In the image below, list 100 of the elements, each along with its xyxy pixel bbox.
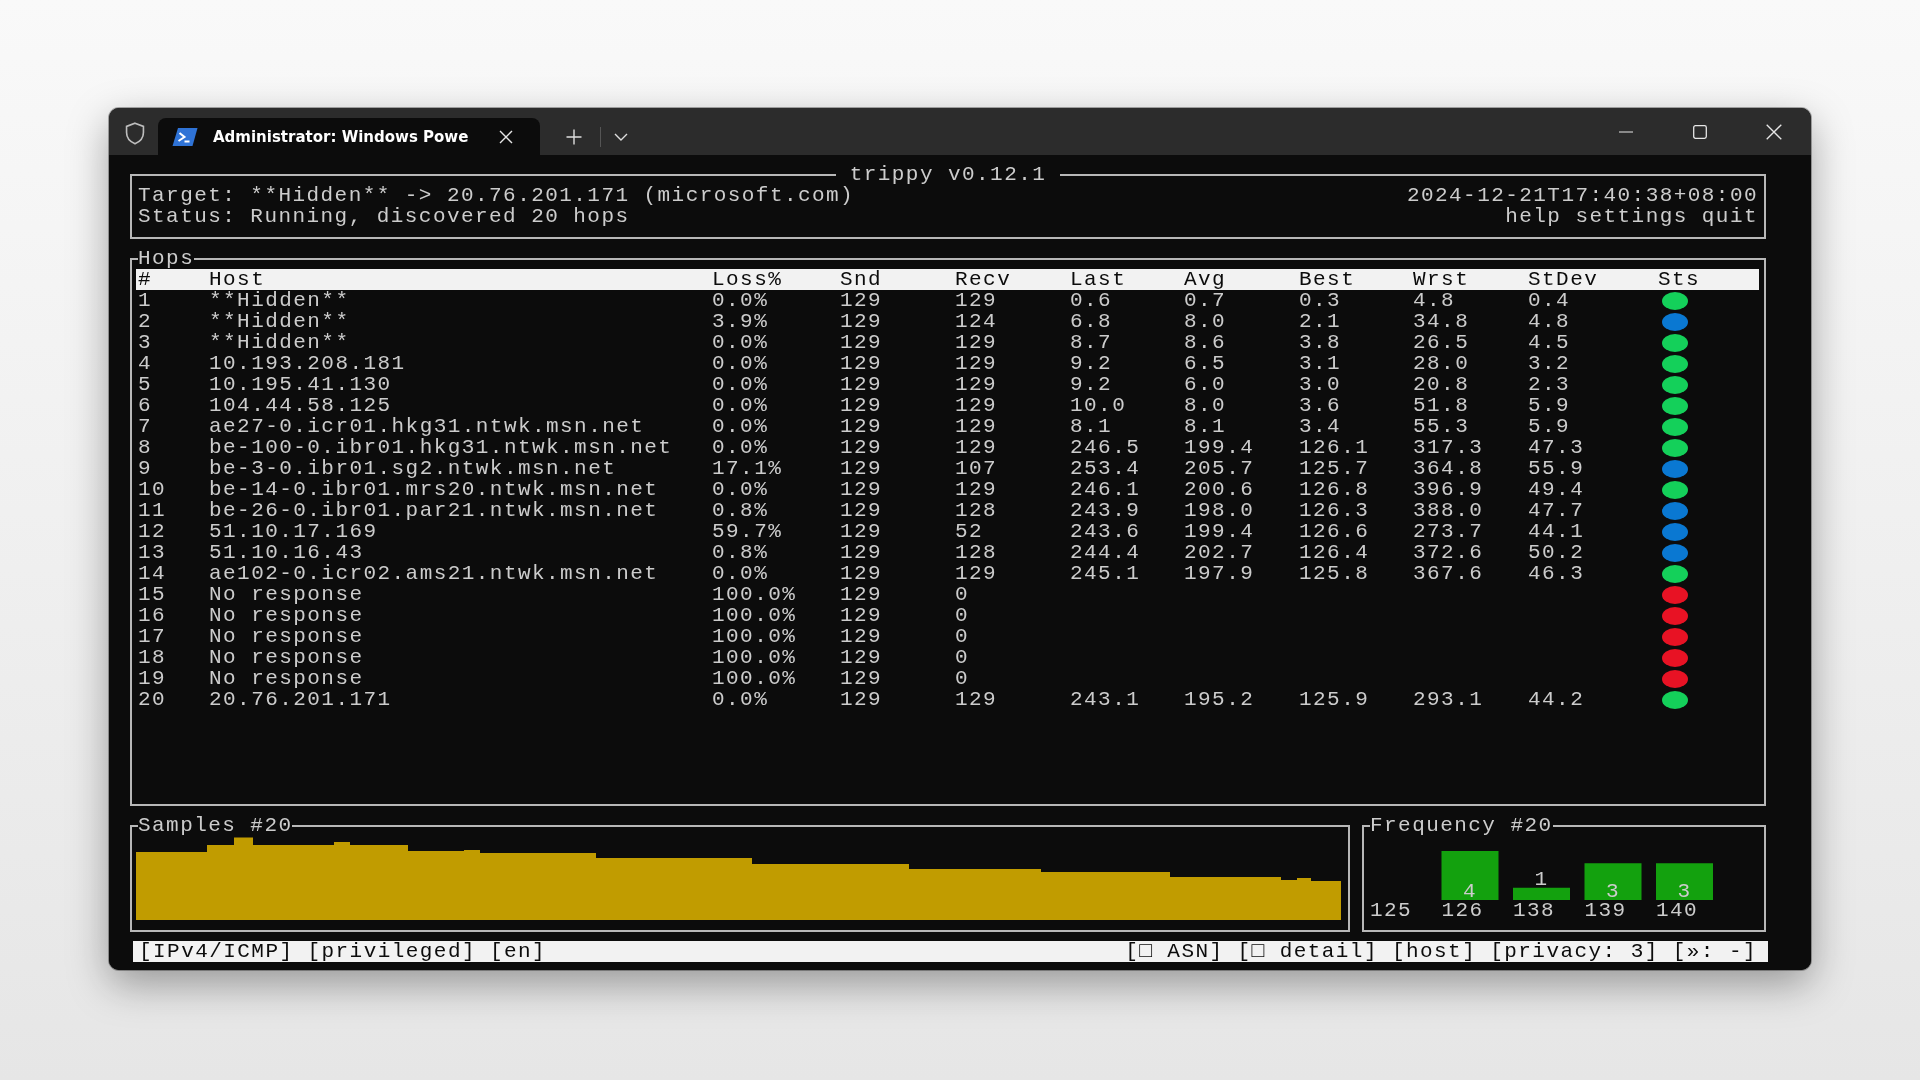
table-cell-text: 100.0% — [712, 605, 798, 626]
table-cell-text: 129 — [840, 689, 884, 710]
frequency-bar — [1513, 887, 1570, 900]
table-cell-text: 2 — [138, 311, 154, 332]
table-cell-text: 200.6 — [1184, 479, 1256, 500]
table-cell-text: 6.0 — [1184, 374, 1228, 395]
category-label: 125 — [1370, 899, 1413, 920]
table-cell-text: 244.4 — [1070, 542, 1142, 563]
table-cell-text: 20 — [138, 689, 168, 710]
column-header: Loss% — [712, 269, 784, 290]
table-cell-text: 129 — [840, 416, 884, 437]
table-cell-text: 17 — [138, 626, 168, 647]
table-cell-text: 202.7 — [1184, 542, 1256, 563]
category-label: 138 — [1513, 899, 1556, 920]
table-cell-text: 1 — [138, 290, 154, 311]
table-cell-text: 2.3 — [1528, 374, 1572, 395]
minimize-icon — [1619, 130, 1633, 133]
table-cell-text: 197.9 — [1184, 563, 1256, 584]
maximize-icon — [1693, 124, 1707, 139]
table-cell-text: 129 — [840, 458, 884, 479]
table-cell-text: 14 — [138, 563, 168, 584]
table-cell-text: 129 — [955, 290, 999, 311]
terminal-prompt-icon — [172, 126, 198, 147]
table-cell-text: 0.0% — [712, 353, 770, 374]
table-cell-text: 0.7 — [1184, 290, 1228, 311]
table-cell-text: 100.0% — [712, 647, 798, 668]
table-cell-text: 5.9 — [1528, 395, 1572, 416]
table-cell-text: 12 — [138, 521, 168, 542]
table-cell-text: 126.3 — [1299, 500, 1371, 521]
table-cell-text: 55.3 — [1413, 416, 1471, 437]
table-cell-text: 3.9% — [712, 311, 770, 332]
table-cell-text: 129 — [955, 395, 999, 416]
table-cell-text: 0 — [955, 605, 971, 626]
table-cell-text: 9.2 — [1070, 353, 1114, 374]
table-cell-text: 199.4 — [1184, 437, 1256, 458]
frequency-bar — [1441, 851, 1499, 900]
column-header: StDev — [1528, 269, 1600, 290]
column-header: Sts — [1658, 269, 1702, 290]
table-cell-text: 8.1 — [1184, 416, 1228, 437]
table-cell-text: 129 — [840, 647, 884, 668]
plus-icon — [566, 129, 582, 145]
table-cell-text: 3 — [138, 332, 154, 353]
table-cell-text: 0.6 — [1070, 290, 1114, 311]
table-cell-text: 3.0 — [1299, 374, 1343, 395]
column-header: # — [138, 269, 154, 290]
table-cell-text: 3.2 — [1528, 353, 1572, 374]
table-cell-text: 129 — [955, 416, 999, 437]
table-cell-text: 0.3 — [1299, 290, 1343, 311]
table-cell-text: 9.2 — [1070, 374, 1114, 395]
table-cell-text: **Hidden** — [209, 311, 351, 332]
table-cell-text: 18 — [138, 647, 168, 668]
table-cell-text: 129 — [840, 374, 884, 395]
table-cell-text: 8.6 — [1184, 332, 1228, 353]
table-cell-text: 28.0 — [1413, 353, 1471, 374]
table-cell-text: 126.6 — [1299, 521, 1371, 542]
table-cell-text: 0.0% — [712, 332, 770, 353]
table-cell-text: No response — [209, 626, 365, 647]
table-cell-text: 243.1 — [1070, 689, 1142, 710]
table-cell-text: 129 — [840, 479, 884, 500]
target-text: Target: **Hidden** -> 20.76.201.171 (microsoft.com) — [138, 185, 855, 206]
table-cell-text: be-100-0.ibr01.hkg31.ntwk.msn.net — [209, 437, 674, 458]
table-cell-text: 128 — [955, 500, 999, 521]
table-cell-text: 129 — [840, 521, 884, 542]
column-header: Best — [1299, 269, 1357, 290]
table-cell-text: 0.0% — [712, 395, 770, 416]
table-cell-text: 0 — [955, 626, 971, 647]
status-indicator: [en] — [490, 941, 547, 962]
table-cell-text: 129 — [955, 689, 999, 710]
table-cell-text: 19 — [138, 668, 168, 689]
table-cell-text: 388.0 — [1413, 500, 1485, 521]
table-cell-text: 11 — [138, 500, 168, 521]
table-cell-text: 0.0% — [712, 689, 770, 710]
table-cell-text: No response — [209, 584, 365, 605]
table-cell-text: 8.0 — [1184, 395, 1228, 416]
table-cell-text: 4.8 — [1413, 290, 1457, 311]
table-cell-text: 51.10.16.43 — [209, 542, 365, 563]
table-cell-text: 0.0% — [712, 479, 770, 500]
terminal-tab[interactable]: Administrator: Windows Powe — [158, 118, 540, 155]
table-cell-text: 17.1% — [712, 458, 784, 479]
table-cell-text: 46.3 — [1528, 563, 1586, 584]
table-cell-text: 129 — [840, 668, 884, 689]
panel-title: Samples #20 — [138, 814, 293, 837]
table-cell-text: 8.0 — [1184, 311, 1228, 332]
table-cell-text: 205.7 — [1184, 458, 1256, 479]
table-cell-text: 125.7 — [1299, 458, 1371, 479]
status-indicator: [»: -] — [1672, 941, 1757, 962]
table-cell-text: 6 — [138, 395, 154, 416]
table-cell-text: 0.0% — [712, 437, 770, 458]
table-cell-text: 16 — [138, 605, 168, 626]
table-cell-text: 100.0% — [712, 668, 798, 689]
table-cell-text: 4.5 — [1528, 332, 1572, 353]
table-cell-text: 7 — [138, 416, 154, 437]
table-cell-text: 129 — [840, 290, 884, 311]
table-cell-text: 0.0% — [712, 563, 770, 584]
table-cell-text: 47.3 — [1528, 437, 1586, 458]
bar-value-label: 1 — [1534, 867, 1549, 891]
table-cell-text: 10 — [138, 479, 168, 500]
column-header: Avg — [1184, 269, 1228, 290]
table-cell-text: 126.8 — [1299, 479, 1371, 500]
table-cell-text: No response — [209, 668, 365, 689]
